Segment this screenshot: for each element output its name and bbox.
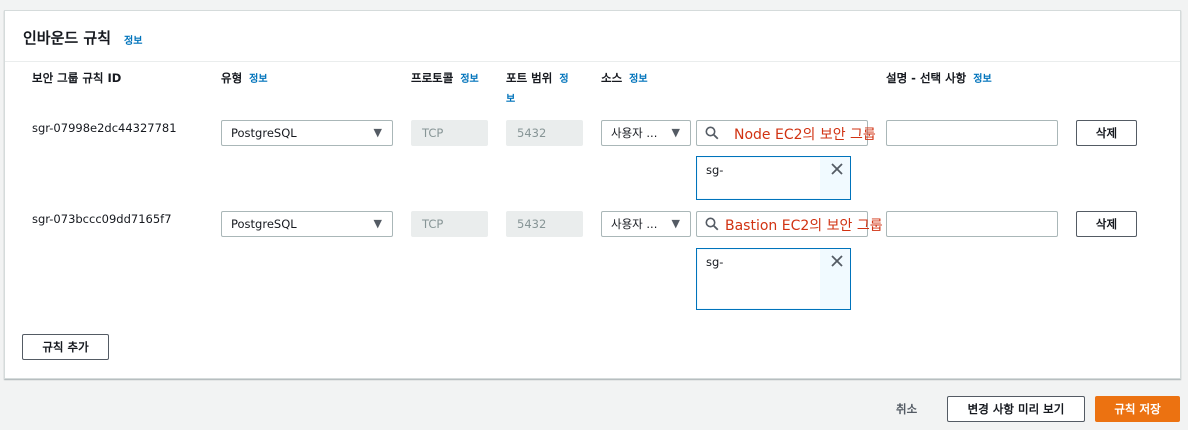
- type-select-value: PostgreSQL: [231, 217, 297, 231]
- add-rule-button[interactable]: 규칙 추가: [22, 334, 109, 360]
- source-search-input[interactable]: Bastion EC2의 보안 그룹: [696, 211, 883, 237]
- type-select-value: PostgreSQL: [231, 126, 297, 140]
- delete-rule-button[interactable]: 삭제: [1076, 120, 1137, 146]
- save-rules-button[interactable]: 규칙 저장: [1095, 396, 1180, 422]
- search-icon: [705, 217, 719, 231]
- rule-id: sgr-073bccc09dd7165f7: [32, 212, 172, 226]
- column-header-description-label: 설명 - 선택 사항: [886, 71, 967, 85]
- inbound-rules-panel: 인바운드 규칙 정보 보안 그룹 규칙 ID 유형 정보 프로토콜 정보 포트 범위…: [4, 10, 1181, 379]
- source-type-select-value: 사용자 ...: [611, 126, 658, 140]
- source-search-input[interactable]: Node EC2의 보안 그룹: [696, 120, 876, 146]
- source-type-select[interactable]: 사용자 ... ▼: [601, 120, 691, 146]
- rule-id: sgr-07998e2dc44327781: [32, 121, 177, 135]
- type-select[interactable]: PostgreSQL ▼: [221, 211, 393, 237]
- source-type-select[interactable]: 사용자 ... ▼: [601, 211, 691, 237]
- preview-changes-button[interactable]: 변경 사항 미리 보기: [947, 396, 1085, 422]
- type-select[interactable]: PostgreSQL ▼: [221, 120, 393, 146]
- cancel-button[interactable]: 취소: [896, 401, 917, 417]
- delete-rule-button[interactable]: 삭제: [1076, 211, 1137, 237]
- column-header-rule-id: 보안 그룹 규칙 ID: [32, 69, 121, 87]
- column-header-rule-id-label: 보안 그룹 규칙 ID: [32, 71, 122, 85]
- port-range-info-link-b[interactable]: 보: [506, 94, 515, 105]
- source-type-select-value: 사용자 ...: [611, 217, 658, 231]
- protocol-info-link[interactable]: 정보: [460, 74, 478, 85]
- column-header-protocol-label: 프로토콜: [411, 71, 454, 85]
- column-header-source-label: 소스: [601, 71, 623, 85]
- column-header-type-label: 유형: [221, 71, 243, 85]
- port-range-field: 5432: [506, 211, 583, 237]
- port-range-field: 5432: [506, 120, 583, 146]
- search-annotation: Node EC2의 보안 그룹: [734, 127, 876, 143]
- caret-down-icon: ▼: [373, 217, 382, 230]
- column-header-protocol: 프로토콜 정보: [411, 69, 479, 89]
- description-input[interactable]: [886, 120, 1058, 146]
- description-input[interactable]: [886, 211, 1058, 237]
- close-icon[interactable]: [830, 162, 844, 176]
- panel-info-link[interactable]: 정보: [124, 32, 142, 47]
- caret-down-icon: ▼: [671, 126, 680, 139]
- source-info-link[interactable]: 정보: [629, 74, 647, 85]
- description-info-link[interactable]: 정보: [973, 74, 991, 85]
- caret-down-icon: ▼: [373, 126, 382, 139]
- protocol-field: TCP: [411, 211, 488, 237]
- search-icon: [705, 126, 719, 140]
- caret-down-icon: ▼: [671, 217, 680, 230]
- token-label: sg-: [706, 163, 724, 177]
- port-range-info-link-a[interactable]: 정: [559, 74, 568, 85]
- column-header-description: 설명 - 선택 사항 정보: [886, 69, 992, 89]
- column-header-type: 유형 정보: [221, 69, 268, 89]
- column-header-source: 소스 정보: [601, 69, 648, 89]
- panel-title: 인바운드 규칙: [23, 29, 112, 47]
- type-info-link[interactable]: 정보: [249, 74, 267, 85]
- column-header-port-range-label: 포트 범위: [506, 71, 553, 85]
- panel-header: 인바운드 규칙 정보: [5, 11, 1180, 62]
- source-token: sg-: [696, 156, 851, 200]
- source-token: sg-: [696, 248, 851, 310]
- search-annotation: Bastion EC2의 보안 그룹: [725, 218, 883, 234]
- protocol-field: TCP: [411, 120, 488, 146]
- close-icon[interactable]: [830, 254, 844, 268]
- token-label: sg-: [706, 255, 724, 269]
- column-header-port-range: 포트 범위 정보: [506, 69, 586, 109]
